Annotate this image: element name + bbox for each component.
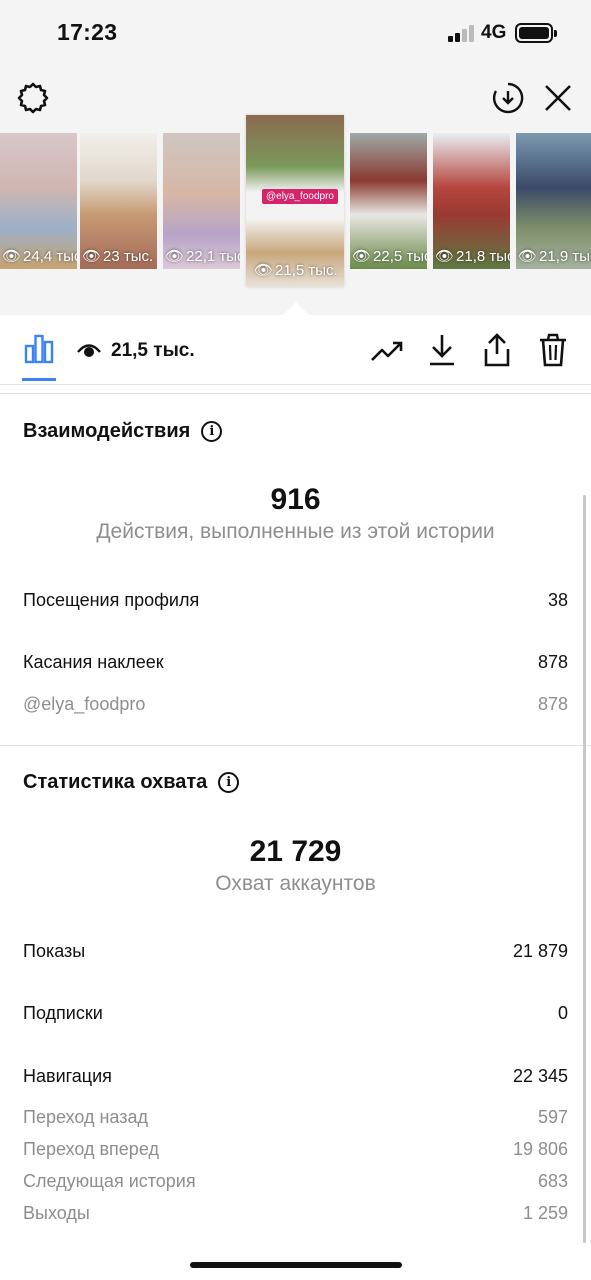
stat-row: Касания наклеек 878 <box>23 652 568 673</box>
toolbar-divider <box>0 393 591 394</box>
download-button[interactable] <box>424 331 460 369</box>
battery-icon <box>515 23 557 43</box>
thumb-views: 21,5 тыс. <box>275 261 338 279</box>
thumb-views: 24,4 тыс. <box>23 247 77 265</box>
stat-row: Посещения профиля 38 <box>23 590 568 611</box>
stat-value: 19 806 <box>512 1139 568 1159</box>
stat-label: Касания наклеек <box>23 652 164 672</box>
eye-icon: 👁 <box>82 248 102 265</box>
signal-icon <box>448 25 476 42</box>
story-thumbnail[interactable]: 👁22,5 тыс. <box>350 133 427 269</box>
share-button[interactable] <box>479 330 515 370</box>
download-icon <box>430 335 454 366</box>
interactions-heading: Взаимодействия i <box>23 420 223 443</box>
home-indicator[interactable] <box>190 1262 402 1268</box>
view-count: 21,5 тыс. <box>111 340 195 361</box>
stat-value: 683 <box>537 1171 568 1191</box>
stat-value: 0 <box>557 1003 568 1023</box>
stat-row-sub: Переход назад 597 <box>23 1107 568 1128</box>
story-thumbnail[interactable]: 👁21,9 тыс. <box>516 133 591 269</box>
stat-label: Навигация <box>23 1066 112 1086</box>
stat-label: Выходы <box>23 1203 90 1223</box>
thumb-views: 21,8 тыс. <box>456 247 510 265</box>
stat-row: Навигация 22 345 <box>23 1066 568 1087</box>
story-sticker: @elya_foodpro <box>262 189 338 204</box>
interactions-caption: Действия, выполненные из этой истории <box>96 520 495 543</box>
promote-button[interactable] <box>368 333 406 369</box>
section-divider <box>0 745 591 746</box>
thumb-views: 23 тыс. <box>103 247 154 265</box>
stat-row-sub: Выходы 1 259 <box>23 1203 568 1224</box>
thumb-views: 22,5 тыс. <box>373 247 427 265</box>
active-pointer <box>283 302 309 315</box>
stat-row: Подписки 0 <box>23 1003 568 1024</box>
stat-label: Переход назад <box>23 1107 149 1127</box>
trash-icon <box>540 333 566 367</box>
stat-value: 22 345 <box>512 1066 568 1086</box>
story-thumbnail[interactable]: 👁21,8 тыс. <box>433 133 510 269</box>
active-tab-indicator <box>22 378 56 381</box>
close-icon <box>545 85 571 111</box>
stat-label: Посещения профиля <box>23 590 200 610</box>
stat-label: Следующая история <box>23 1171 196 1191</box>
story-thumbnail[interactable]: 👁22,1 тыс. <box>163 133 240 269</box>
share-icon <box>484 333 510 367</box>
eye-icon: 👁 <box>352 248 372 265</box>
story-thumbnail-active[interactable]: @elya_foodpro 👁 21,5 тыс. <box>246 115 344 287</box>
eye-icon: 👁 <box>435 248 455 265</box>
eye-icon: 👁 <box>254 262 274 279</box>
interactions-total: 916 <box>270 483 321 516</box>
eye-icon: 👁 <box>518 248 538 265</box>
story-thumbnail[interactable]: 👁 23 тыс. <box>80 133 157 269</box>
stat-row-sub: Переход вперед 19 806 <box>23 1139 568 1160</box>
interactions-title: Взаимодействия <box>23 420 191 442</box>
thumb-views: 21,9 тыс. <box>539 247 591 265</box>
reach-title: Статистика охвата <box>23 771 208 793</box>
stat-label: Показы <box>23 941 86 961</box>
scrollbar[interactable] <box>583 495 586 1243</box>
stat-value: 38 <box>547 590 568 610</box>
bar-chart-icon <box>24 334 54 364</box>
info-icon[interactable]: i <box>218 772 240 793</box>
reach-caption: Охват аккаунтов <box>215 872 376 895</box>
stat-value: 1 259 <box>522 1203 568 1223</box>
save-story-button[interactable] <box>489 79 527 117</box>
insights-tab[interactable] <box>20 329 58 369</box>
eye-icon: 👁 <box>2 248 22 265</box>
settings-button[interactable] <box>14 79 52 117</box>
eye-icon <box>76 339 102 366</box>
status-time: 17:23 <box>57 19 118 45</box>
stat-value: 878 <box>537 694 568 714</box>
stat-value: 21 879 <box>512 941 568 961</box>
story-thumbnail-strip[interactable]: 👁24,4 тыс. 👁23 тыс. 👁22,1 тыс. @elya_foo… <box>0 115 591 293</box>
stat-label: Переход вперед <box>23 1139 159 1159</box>
stat-row-sub: Следующая история 683 <box>23 1171 568 1192</box>
stat-label: @elya_foodpro <box>23 694 146 714</box>
status-bar: 17:23 4G <box>0 0 591 70</box>
stat-row: Показы 21 879 <box>23 941 568 962</box>
stat-label: Подписки <box>23 1003 103 1023</box>
stat-row-sub: @elya_foodpro 878 <box>23 694 568 715</box>
reach-total: 21 729 <box>249 835 342 868</box>
thumb-views: 22,1 тыс. <box>186 247 240 265</box>
stat-value: 878 <box>537 652 568 672</box>
reach-heading: Статистика охвата i <box>23 771 240 794</box>
story-thumbnail[interactable]: 👁24,4 тыс. <box>0 133 77 269</box>
trending-up-icon <box>371 341 403 361</box>
network-label: 4G <box>481 22 507 43</box>
story-toolbar: 21,5 тыс. <box>0 315 591 385</box>
gear-icon <box>17 82 49 114</box>
info-icon[interactable]: i <box>201 421 223 442</box>
delete-button[interactable] <box>535 330 571 370</box>
stat-value: 597 <box>537 1107 568 1127</box>
close-button[interactable] <box>539 79 577 117</box>
download-circle-icon <box>492 82 524 114</box>
eye-icon: 👁 <box>165 248 185 265</box>
